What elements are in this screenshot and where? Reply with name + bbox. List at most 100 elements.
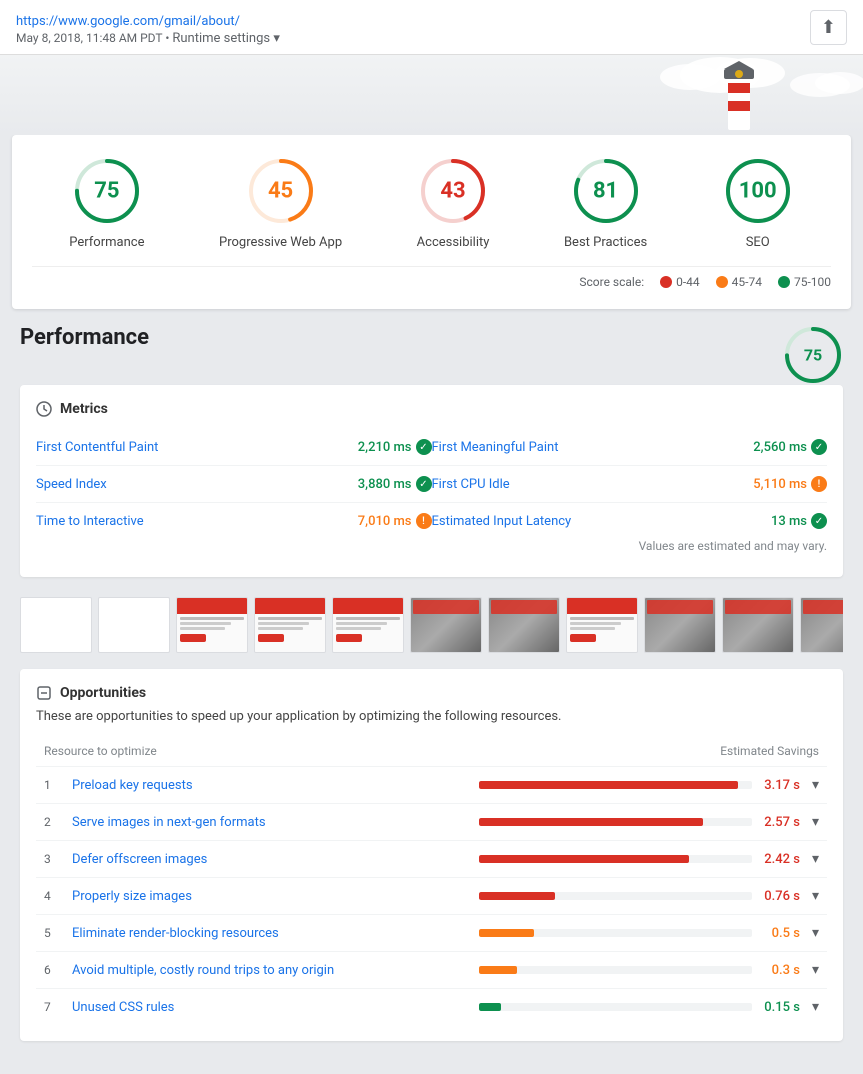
opp-savings: 0.15 s ▾ — [479, 999, 819, 1015]
opportunities-title: Opportunities — [60, 685, 146, 701]
chevron-down-icon[interactable]: ▾ — [812, 999, 819, 1015]
opp-time: 0.15 s — [760, 1000, 800, 1015]
metric-value: 2,210 ms ✓ — [358, 439, 432, 455]
score-scale: Score scale: 0-44 45-74 75-100 — [32, 266, 831, 289]
scale-label-red: 0-44 — [676, 275, 700, 289]
score-circle-seo: 100 — [722, 155, 794, 227]
chevron-down-icon[interactable]: ▾ — [812, 888, 819, 904]
score-item-best_practices[interactable]: 81 Best Practices — [564, 155, 647, 250]
score-circle-pwa: 45 — [245, 155, 317, 227]
metrics-icon — [36, 401, 52, 417]
score-label-accessibility: Accessibility — [417, 235, 490, 250]
score-item-accessibility[interactable]: 43 Accessibility — [417, 155, 490, 250]
chevron-down-icon[interactable]: ▾ — [812, 962, 819, 978]
metric-value: 3,880 ms ✓ — [358, 476, 432, 492]
metric-value: 7,010 ms ! — [358, 513, 432, 529]
chevron-down-icon[interactable]: ▾ — [812, 777, 819, 793]
metric-name: Time to Interactive — [36, 514, 144, 529]
metric-status-icon: ✓ — [811, 439, 827, 455]
opp-row-5: 5 Eliminate render-blocking resources 0.… — [36, 914, 827, 951]
metrics-header: Metrics — [36, 401, 827, 417]
opp-table-header: Resource to optimize Estimated Savings — [36, 740, 827, 762]
score-value-best_practices: 81 — [593, 179, 618, 204]
share-button[interactable]: ⬆ — [810, 10, 847, 45]
opp-name: Serve images in next-gen formats — [72, 815, 479, 830]
opp-num: 3 — [44, 852, 72, 866]
opp-col-savings: Estimated Savings — [479, 744, 819, 758]
opp-name: Preload key requests — [72, 778, 479, 793]
metric-name: First Meaningful Paint — [432, 440, 559, 455]
score-label-performance: Performance — [69, 235, 144, 250]
metric-name: First CPU Idle — [432, 477, 510, 492]
runtime-settings-link[interactable]: Runtime settings ▾ — [172, 31, 280, 46]
opp-bar-wrap — [479, 818, 752, 826]
header-meta: May 8, 2018, 11:48 AM PDT • Runtime sett… — [16, 31, 280, 46]
opp-row-1: 1 Preload key requests 3.17 s ▾ — [36, 766, 827, 803]
opp-name: Unused CSS rules — [72, 1000, 479, 1015]
metrics-col-left: First Contentful Paint 2,210 ms ✓ Speed … — [36, 429, 432, 539]
opportunities-description: These are opportunities to speed up your… — [36, 709, 827, 724]
opp-num: 5 — [44, 926, 72, 940]
filmstrip-frame-8 — [644, 597, 716, 653]
score-value-performance: 75 — [94, 179, 119, 204]
metric-value: 2,560 ms ✓ — [753, 439, 827, 455]
scale-dot-red — [660, 276, 672, 288]
metrics-grid: First Contentful Paint 2,210 ms ✓ Speed … — [36, 429, 827, 539]
performance-header: Performance 75 — [20, 325, 843, 385]
metric-value: 5,110 ms ! — [753, 476, 827, 492]
opp-row-3: 3 Defer offscreen images 2.42 s ▾ — [36, 840, 827, 877]
chevron-down-icon[interactable]: ▾ — [812, 925, 819, 941]
scale-item-orange: 45-74 — [716, 275, 762, 289]
page-url[interactable]: https://www.google.com/gmail/about/ — [16, 14, 240, 29]
scale-label-orange: 45-74 — [732, 275, 762, 289]
opp-name: Eliminate render-blocking resources — [72, 926, 479, 941]
opp-name: Avoid multiple, costly round trips to an… — [72, 963, 479, 978]
opp-bar-wrap — [479, 892, 752, 900]
score-circle-performance: 75 — [71, 155, 143, 227]
scale-label-green: 75-100 — [794, 275, 831, 289]
metric-status-icon: ✓ — [416, 476, 432, 492]
opp-name: Properly size images — [72, 889, 479, 904]
metric-row-4: Time to Interactive 7,010 ms ! — [36, 503, 432, 539]
hero-scene — [0, 55, 863, 135]
filmstrip-frame-6 — [488, 597, 560, 653]
score-label-best_practices: Best Practices — [564, 235, 647, 250]
metrics-label: Metrics — [60, 401, 108, 417]
chevron-down-icon[interactable]: ▾ — [812, 851, 819, 867]
metric-name: Speed Index — [36, 477, 107, 492]
opp-savings: 2.57 s ▾ — [479, 814, 819, 830]
opp-bar — [479, 966, 517, 974]
filmstrip-frame-2 — [176, 597, 248, 653]
metric-status-icon: ✓ — [811, 513, 827, 529]
filmstrip-frame-1 — [98, 597, 170, 653]
score-value-accessibility: 43 — [440, 179, 465, 204]
opportunities-icon — [36, 685, 52, 701]
chevron-down-icon[interactable]: ▾ — [812, 814, 819, 830]
metric-row-0: First Contentful Paint 2,210 ms ✓ — [36, 429, 432, 466]
opp-bar — [479, 818, 703, 826]
opp-savings: 0.3 s ▾ — [479, 962, 819, 978]
perf-score-mini: 75 — [783, 325, 843, 385]
metrics-section: Metrics First Contentful Paint 2,210 ms … — [20, 385, 843, 577]
filmstrip-frame-5 — [410, 597, 482, 653]
score-item-performance[interactable]: 75 Performance — [69, 155, 144, 250]
opp-row-2: 2 Serve images in next-gen formats 2.57 … — [36, 803, 827, 840]
opp-row-4: 4 Properly size images 0.76 s ▾ — [36, 877, 827, 914]
opp-savings: 3.17 s ▾ — [479, 777, 819, 793]
filmstrip-frame-0 — [20, 597, 92, 653]
metric-name: First Contentful Paint — [36, 440, 158, 455]
opp-col-resource: Resource to optimize — [44, 744, 479, 758]
opp-row-7: 7 Unused CSS rules 0.15 s ▾ — [36, 988, 827, 1025]
opp-bar-wrap — [479, 1003, 752, 1011]
score-item-seo[interactable]: 100 SEO — [722, 155, 794, 250]
opp-num: 6 — [44, 963, 72, 977]
performance-title: Performance — [20, 325, 149, 350]
filmstrip-frame-4 — [332, 597, 404, 653]
opp-time: 0.5 s — [760, 926, 800, 941]
opp-savings: 2.42 s ▾ — [479, 851, 819, 867]
score-value-seo: 100 — [739, 179, 777, 204]
main-content: Performance 75 Metrics First Contentful … — [0, 309, 863, 1057]
score-item-pwa[interactable]: 45 Progressive Web App — [219, 155, 342, 250]
opp-row-6: 6 Avoid multiple, costly round trips to … — [36, 951, 827, 988]
metric-value: 13 ms ✓ — [771, 513, 827, 529]
